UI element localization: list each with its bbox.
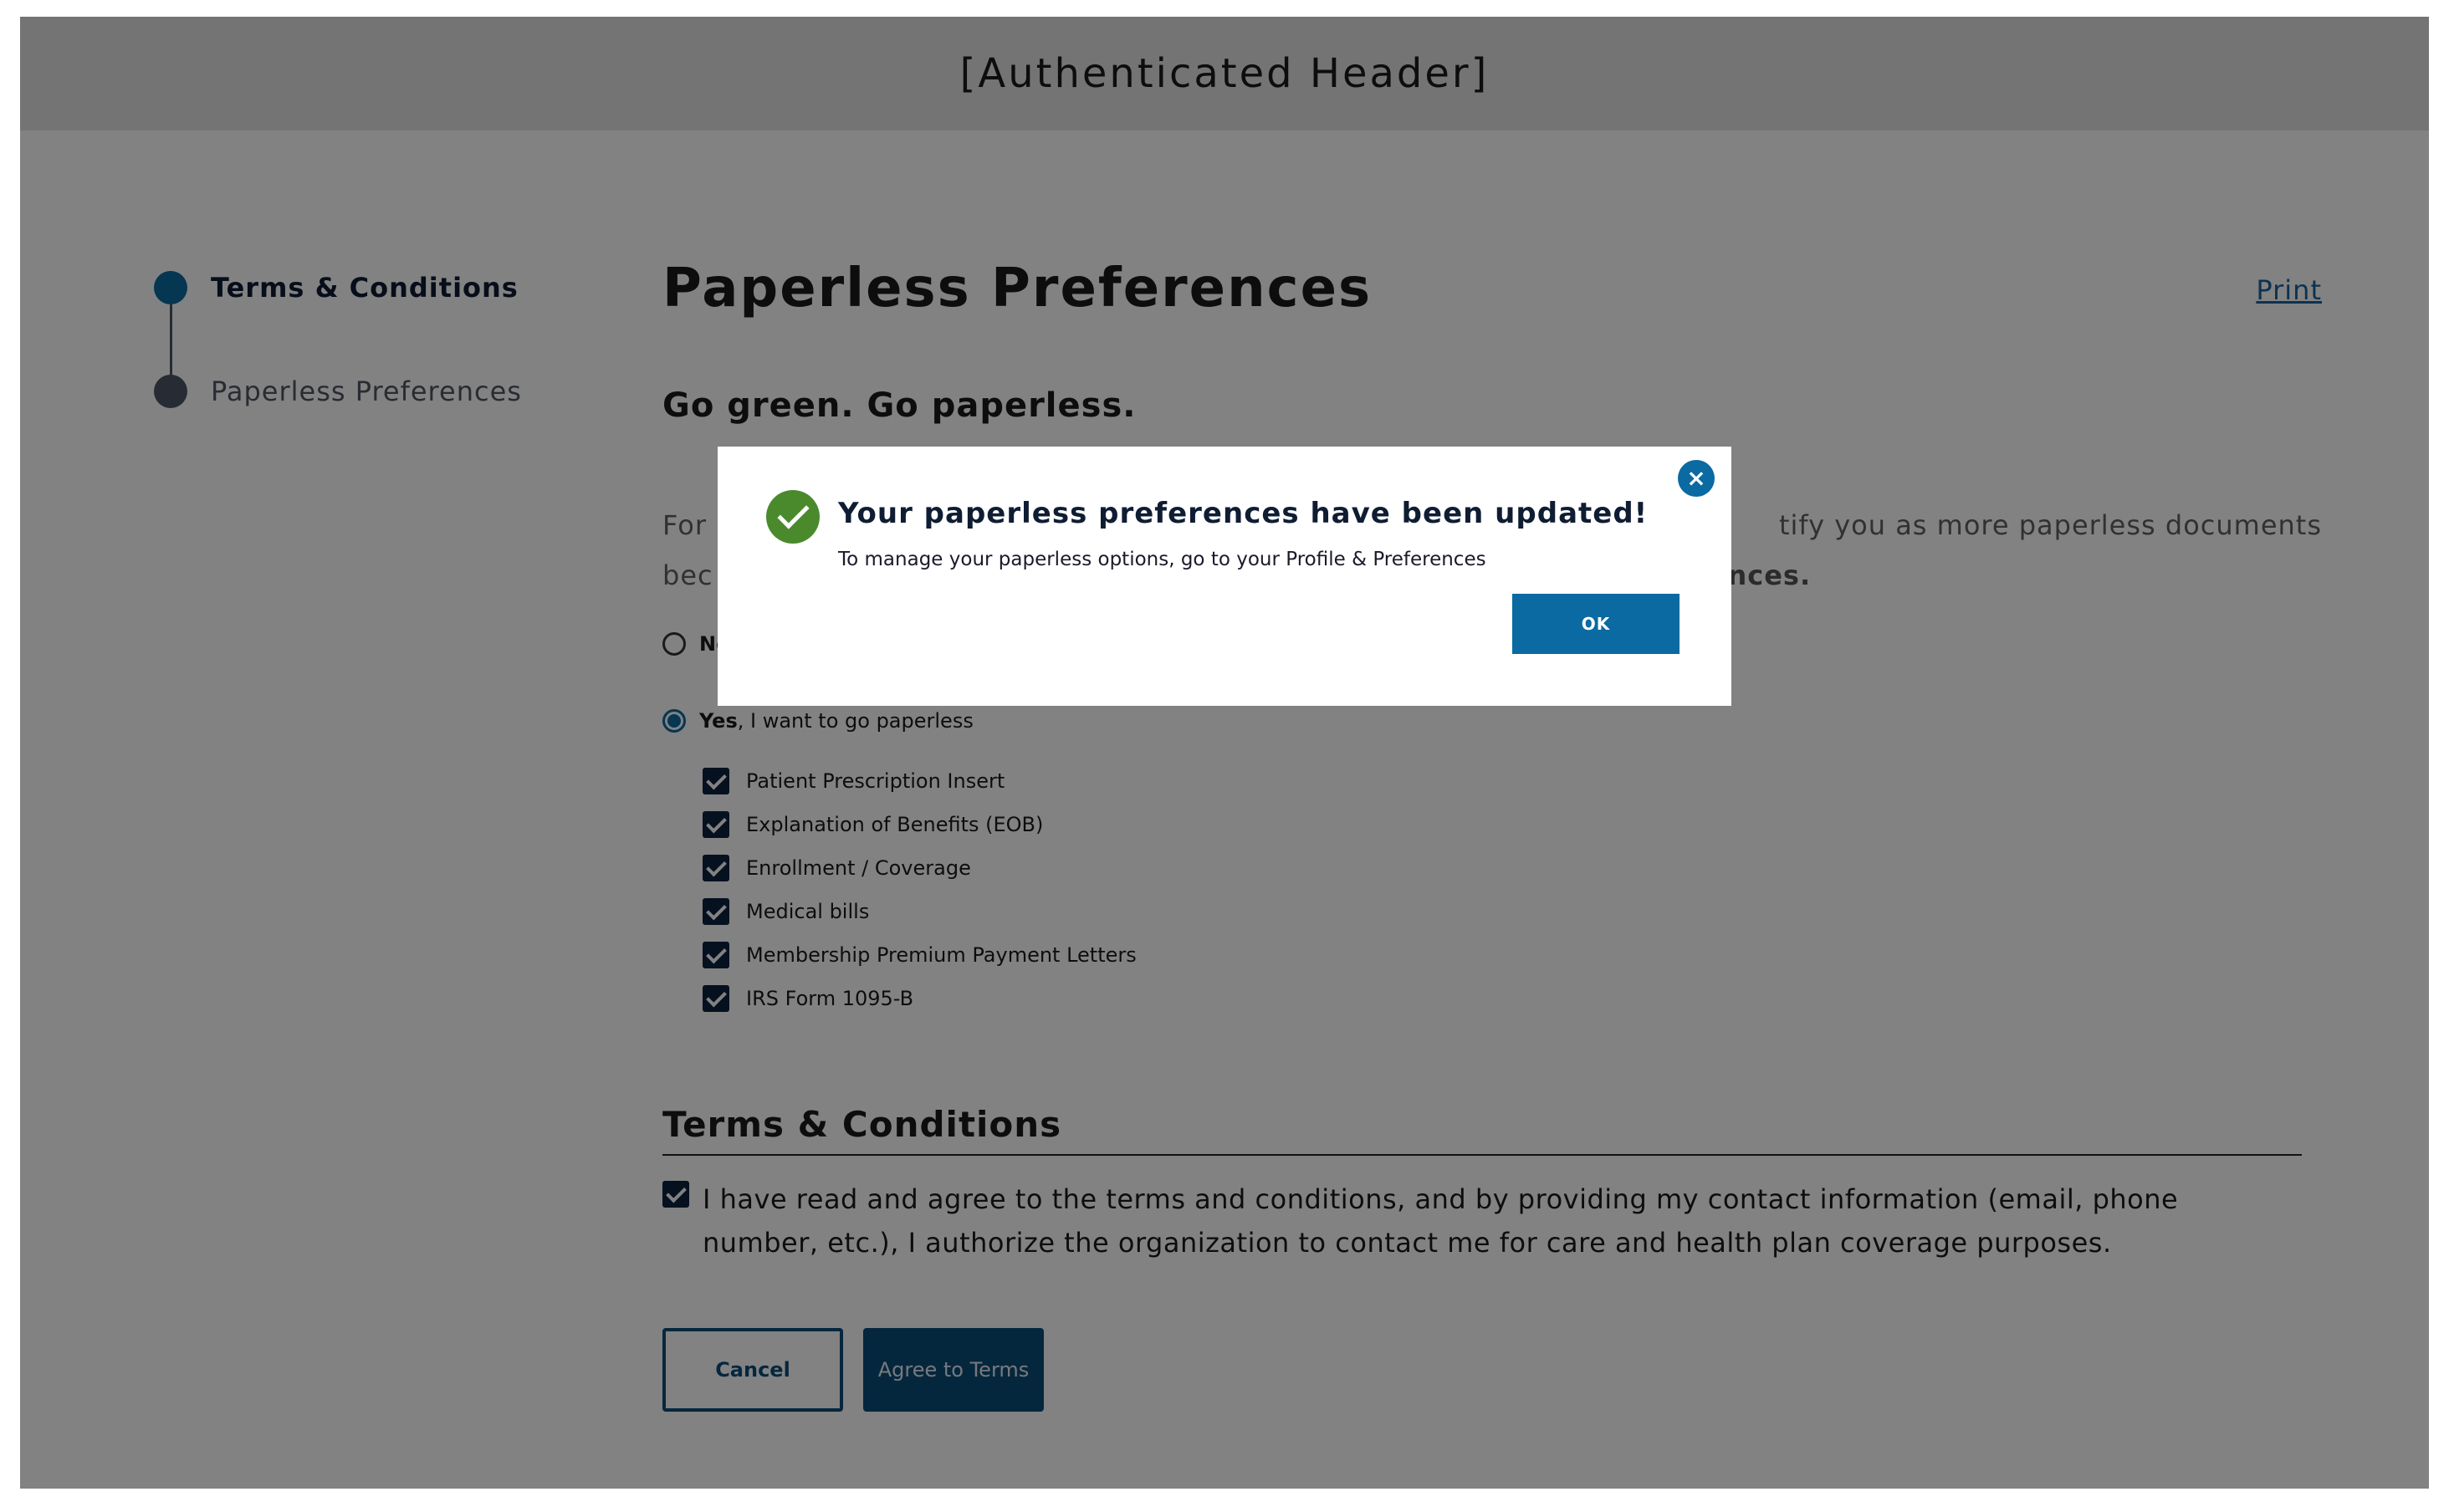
dialog-title: Your paperless preferences have been upd… [838,497,1649,530]
close-icon[interactable]: × [1678,460,1715,497]
success-dialog: × Your paperless preferences have been u… [718,447,1731,706]
page-frame: [Authenticated Header] Terms & Condition… [20,17,2429,1489]
modal-backdrop[interactable] [20,17,2429,1489]
dialog-message: To manage your paperless options, go to … [838,549,1486,570]
ok-button[interactable]: OK [1512,594,1680,654]
success-check-icon [766,490,820,544]
